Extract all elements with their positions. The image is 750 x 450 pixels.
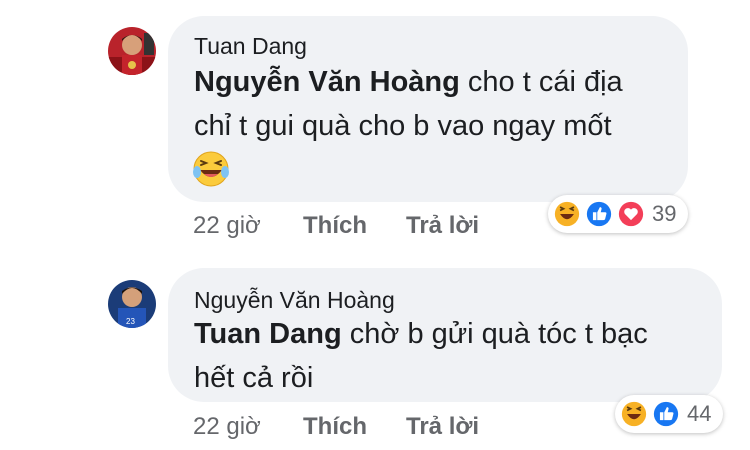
- reaction-count: 44: [687, 401, 712, 426]
- comment-text-line2: hết cả rồi: [194, 362, 314, 394]
- like-reaction-icon: [584, 199, 614, 229]
- comment-time[interactable]: 22 giờ: [193, 212, 261, 240]
- svg-text:23: 23: [126, 317, 135, 326]
- comment-time[interactable]: 22 giờ: [193, 413, 261, 441]
- avatar-tuan-dang[interactable]: [108, 27, 156, 75]
- comment-author[interactable]: Nguyễn Văn Hoàng: [194, 287, 395, 314]
- haha-reaction-icon: [619, 399, 649, 429]
- avatar-photo-icon: [108, 27, 156, 75]
- love-reaction-icon: [616, 199, 646, 229]
- like-link[interactable]: Thích: [303, 212, 367, 240]
- reply-link[interactable]: Trả lời: [406, 212, 479, 240]
- reaction-count: 39: [652, 201, 677, 226]
- comment-2: 23 Nguyễn Văn Hoàng Tuan Dang chờ b gửi …: [0, 250, 750, 450]
- comment-text-line1: chờ b gửi quà tóc t bạc: [341, 318, 648, 350]
- laughing-tears-emoji-icon: [193, 151, 229, 187]
- comment-bubble: Nguyễn Văn Hoàng Tuan Dang chờ b gửi quà…: [168, 268, 722, 402]
- like-reaction-icon: [651, 399, 681, 429]
- comment-text-line2: chỉ t gui quà cho b vao ngay mốt: [194, 110, 612, 142]
- reactions-summary[interactable]: 39: [548, 195, 688, 233]
- comment-text-line1: cho t cái địa: [459, 66, 623, 98]
- mention-link[interactable]: Tuan Dang: [194, 318, 342, 350]
- comment-text: Nguyễn Văn Hoàng cho t cái địa chỉ t gui…: [194, 60, 623, 148]
- avatar-nguyen-van-hoang[interactable]: 23: [108, 280, 156, 328]
- mention-link[interactable]: Nguyễn Văn Hoàng: [194, 66, 460, 98]
- comment-text: Tuan Dang chờ b gửi quà tóc t bạc hết cả…: [194, 312, 648, 400]
- comment-bubble: Tuan Dang Nguyễn Văn Hoàng cho t cái địa…: [168, 16, 688, 202]
- comment-1: Tuan Dang Nguyễn Văn Hoàng cho t cái địa…: [0, 0, 750, 250]
- reply-link[interactable]: Trả lời: [406, 413, 479, 441]
- reactions-summary[interactable]: 44: [615, 395, 723, 433]
- like-link[interactable]: Thích: [303, 413, 367, 441]
- haha-reaction-icon: [552, 199, 582, 229]
- avatar-photo-icon: 23: [108, 280, 156, 328]
- comment-author[interactable]: Tuan Dang: [194, 33, 307, 60]
